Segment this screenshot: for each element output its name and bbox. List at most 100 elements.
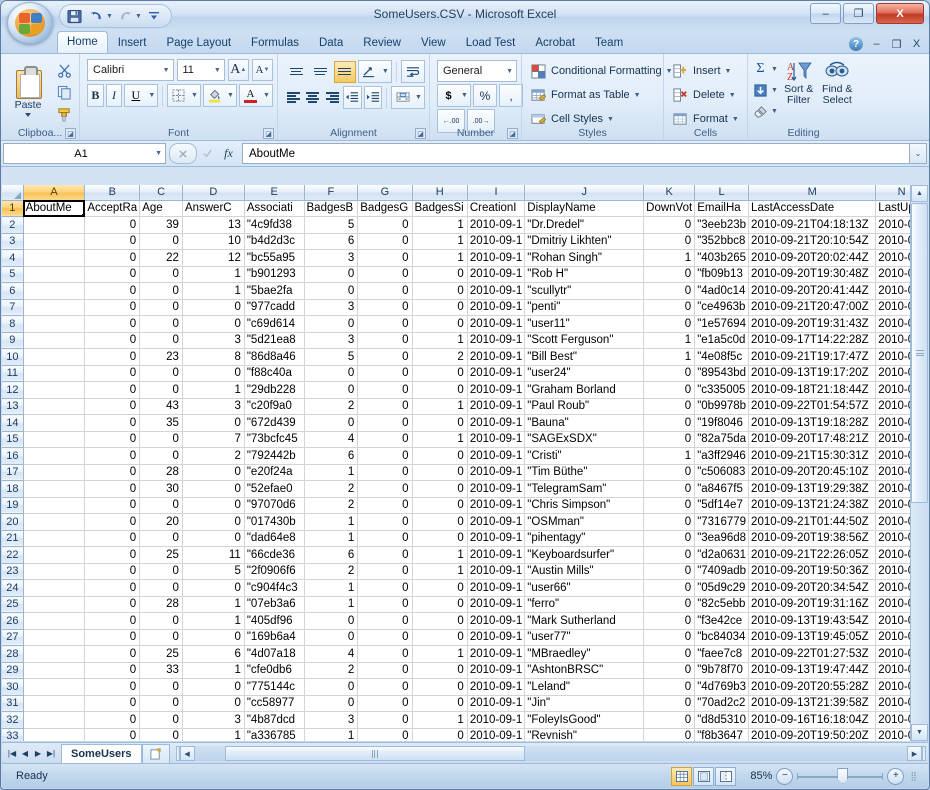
clear-button[interactable]: ▼ (752, 101, 778, 121)
cell-H23[interactable]: 1 (412, 563, 468, 580)
vertical-scrollbar[interactable]: ▲ ▼ (910, 185, 928, 741)
cell-G3[interactable]: 0 (357, 233, 413, 250)
cell-L20[interactable]: "7316779 (694, 513, 750, 531)
maximize-button[interactable]: ❐ (843, 3, 874, 24)
cell-H2[interactable]: 1 (412, 216, 468, 234)
row-header-21[interactable]: 21 (2, 530, 24, 547)
cell-J10[interactable]: "Bill Best" (524, 348, 645, 366)
cell-C11[interactable]: 0 (139, 365, 183, 382)
cell-I16[interactable]: 2010-09-1 (467, 447, 526, 465)
cell-F17[interactable]: 1 (304, 464, 359, 481)
cell-K32[interactable]: 0 (643, 711, 696, 729)
cell-M12[interactable]: 2010-09-18T21:18:44Z (748, 381, 877, 399)
cell-J18[interactable]: "TelegramSam" (524, 480, 645, 498)
normal-view-icon[interactable] (671, 766, 693, 786)
cell-J31[interactable]: "Jin" (524, 695, 645, 712)
cell-B4[interactable]: 0 (84, 249, 141, 267)
cell-H5[interactable]: 0 (412, 266, 468, 283)
cell-A24[interactable] (23, 579, 86, 597)
cell-H3[interactable]: 1 (412, 233, 468, 250)
cell-D4[interactable]: 12 (182, 249, 245, 267)
cell-D10[interactable]: 8 (182, 348, 245, 366)
cell-M18[interactable]: 2010-09-13T19:29:38Z (748, 480, 877, 498)
cell-E30[interactable]: "775144c (244, 678, 305, 696)
cell-B27[interactable]: 0 (84, 629, 141, 646)
cell-G28[interactable]: 0 (357, 645, 413, 663)
cell-F25[interactable]: 1 (304, 596, 359, 613)
cell-H16[interactable]: 0 (412, 447, 468, 465)
cell-F18[interactable]: 2 (304, 480, 359, 498)
cell-G24[interactable]: 0 (357, 579, 413, 597)
cell-E15[interactable]: "73bcfc45 (244, 431, 305, 448)
cell-A4[interactable] (23, 249, 86, 267)
cell-F24[interactable]: 1 (304, 579, 359, 597)
cell-C24[interactable]: 0 (139, 579, 183, 597)
cell-G8[interactable]: 0 (357, 315, 413, 333)
col-header-E[interactable]: E (244, 185, 305, 201)
cell-L32[interactable]: "d8d5310 (694, 711, 750, 729)
align-bottom-icon[interactable] (333, 60, 356, 83)
sort-and-filter-button[interactable]: AZ Sort & Filter (781, 59, 817, 121)
cell-M22[interactable]: 2010-09-21T22:26:05Z (748, 546, 877, 564)
cell-K18[interactable]: 0 (643, 480, 696, 498)
cell-K24[interactable]: 0 (643, 579, 696, 597)
cell-D7[interactable]: 0 (182, 299, 245, 316)
cell-G22[interactable]: 0 (357, 546, 413, 564)
cell-B24[interactable]: 0 (84, 579, 141, 597)
cell-L8[interactable]: "1e57694 (694, 315, 750, 333)
cell-B23[interactable]: 0 (84, 563, 141, 580)
cell-E11[interactable]: "f88c40a (244, 365, 305, 382)
cell-L23[interactable]: "7409adb (694, 563, 750, 580)
cell-E14[interactable]: "672d439 (244, 414, 305, 432)
cell-L9[interactable]: "e1a5c0d (694, 332, 750, 349)
cell-L7[interactable]: "ce4963b (694, 299, 750, 316)
minimize-ribbon-icon[interactable]: – (870, 38, 883, 50)
row-header-5[interactable]: 5 (2, 266, 24, 283)
cell-I4[interactable]: 2010-09-1 (467, 249, 526, 267)
cell-D16[interactable]: 2 (182, 447, 245, 465)
cell-C9[interactable]: 0 (139, 332, 183, 349)
cell-B12[interactable]: 0 (84, 381, 141, 399)
cell-C22[interactable]: 25 (139, 546, 183, 564)
cell-I30[interactable]: 2010-09-1 (467, 678, 526, 696)
cell-M28[interactable]: 2010-09-22T01:27:53Z (748, 645, 877, 663)
cell-C31[interactable]: 0 (139, 695, 183, 712)
spreadsheet-grid[interactable]: A B C D E F G H I J K L M N 1 AboutMe Ac… (2, 185, 928, 741)
cell-I33[interactable]: 2010-09-1 (467, 728, 526, 741)
cell-E20[interactable]: "017430b (244, 513, 305, 531)
cell-G9[interactable]: 0 (357, 332, 413, 349)
cell-G30[interactable]: 0 (357, 678, 413, 696)
cell-G31[interactable]: 0 (357, 695, 413, 712)
cell-E13[interactable]: "c20f9a0 (244, 398, 305, 415)
cell-B21[interactable]: 0 (84, 530, 141, 547)
cell-D9[interactable]: 3 (182, 332, 245, 349)
cell-K23[interactable]: 0 (643, 563, 696, 580)
cell-L30[interactable]: "4d769b3 (694, 678, 750, 696)
align-center-icon[interactable] (304, 87, 321, 109)
cell-C30[interactable]: 0 (139, 678, 183, 696)
cell-B13[interactable]: 0 (84, 398, 141, 415)
cancel-icon[interactable] (169, 143, 197, 164)
cell-E16[interactable]: "792442b (244, 447, 305, 465)
cell-M14[interactable]: 2010-09-13T19:18:28Z (748, 414, 877, 432)
cell-E18[interactable]: "52efae0 (244, 480, 305, 498)
fill-color-split-button[interactable]: ▼ (203, 84, 238, 107)
row-header-3[interactable]: 3 (2, 233, 24, 250)
col-header-K[interactable]: K (643, 185, 696, 201)
cell-A25[interactable] (23, 596, 86, 613)
cell-K28[interactable]: 0 (643, 645, 696, 663)
cell-A22[interactable] (23, 546, 86, 564)
cell-J19[interactable]: "Chris Simpson" (524, 497, 645, 514)
cell-J4[interactable]: "Rohan Singh" (524, 249, 645, 267)
cell-G10[interactable]: 0 (357, 348, 413, 366)
cell-C10[interactable]: 23 (139, 348, 183, 366)
row-header-29[interactable]: 29 (2, 662, 24, 679)
cell-H15[interactable]: 1 (412, 431, 468, 448)
cell-A26[interactable] (23, 612, 86, 630)
cell-H33[interactable]: 0 (412, 728, 468, 741)
row-header-33[interactable]: 33 (2, 728, 24, 741)
cell-L21[interactable]: "3ea96d8 (694, 530, 750, 547)
cell-M17[interactable]: 2010-09-20T20:45:10Z (748, 464, 877, 481)
cell-C15[interactable]: 0 (139, 431, 183, 448)
formula-input[interactable]: AboutMe (242, 143, 909, 164)
